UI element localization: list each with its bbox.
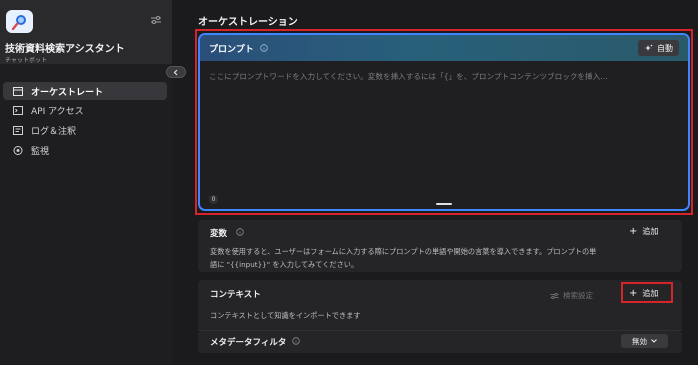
prompt-label: プロンプト bbox=[209, 44, 254, 55]
prompt-panel: プロンプト 自動 ここにプロンプトワードを入力してください。変数を挿入するには「… bbox=[198, 33, 690, 211]
sidebar-item-logs[interactable]: ログ＆注釈 bbox=[3, 121, 167, 139]
resize-handle[interactable] bbox=[436, 203, 452, 205]
page-title: オーケストレーション bbox=[198, 17, 298, 28]
auto-generate-button[interactable]: 自動 bbox=[638, 40, 679, 56]
sidebar-item-label: API アクセス bbox=[31, 106, 84, 117]
plus-icon: + bbox=[629, 226, 638, 237]
terminal-icon bbox=[13, 105, 23, 115]
add-context-button[interactable]: + 追加 bbox=[629, 288, 658, 299]
monitor-icon bbox=[13, 145, 23, 155]
layout-icon bbox=[13, 86, 23, 96]
retrieval-setting-label: 検索設定 bbox=[563, 291, 593, 300]
retrieval-setting-button[interactable]: 検索設定 bbox=[550, 290, 593, 301]
app-card: 技術資料検索アシスタント チャットボット bbox=[0, 0, 172, 64]
sidebar-item-orchestrate[interactable]: オーケストレート bbox=[3, 82, 167, 100]
auto-button-label: 自動 bbox=[657, 43, 673, 53]
info-icon bbox=[236, 228, 244, 236]
metadata-filter-value: 無効 bbox=[632, 336, 647, 346]
metadata-filter-title: メタデータフィルタ bbox=[210, 338, 287, 348]
variables-description: 変数を使用すると、ユーザーはフォームに入力する際にプロンプトの単語や開始の言葉を… bbox=[210, 245, 680, 271]
prompt-header: プロンプト 自動 bbox=[200, 35, 688, 61]
variables-description-line1: 変数を使用すると、ユーザーはフォームに入力する際にプロンプトの単語や開始の言葉を… bbox=[210, 247, 597, 256]
metadata-filter-dropdown[interactable]: 無効 bbox=[621, 334, 668, 348]
sliders-icon[interactable] bbox=[150, 15, 162, 28]
sidebar-item-label: オーケストレート bbox=[31, 87, 104, 98]
app-type: チャットボット bbox=[5, 57, 47, 64]
log-icon bbox=[13, 125, 23, 135]
app-icon bbox=[6, 10, 33, 33]
context-section bbox=[198, 280, 682, 332]
sidebar: 技術資料検索アシスタント チャットボット オーケストレート API アクセス ロ… bbox=[0, 0, 172, 365]
chevron-down-icon bbox=[651, 339, 657, 343]
info-icon bbox=[260, 44, 268, 52]
sidebar-item-label: 監視 bbox=[31, 146, 50, 157]
add-context-label: 追加 bbox=[642, 289, 659, 298]
add-variable-label: 追加 bbox=[642, 227, 659, 236]
char-count-badge: 0 bbox=[209, 195, 218, 204]
variables-description-line2: 語に "{{input}}" を入力してみてください。 bbox=[210, 260, 359, 269]
sidebar-item-monitoring[interactable]: 監視 bbox=[3, 141, 167, 159]
context-description: コンテキストとして知識をインポートできます bbox=[210, 311, 361, 320]
variables-title: 変数 bbox=[210, 229, 228, 239]
add-variable-button[interactable]: + 追加 bbox=[629, 226, 658, 237]
sparkle-icon bbox=[645, 44, 653, 51]
sliders-icon bbox=[550, 292, 559, 299]
info-icon bbox=[292, 337, 300, 345]
app-name: 技術資料検索アシスタント bbox=[5, 44, 125, 55]
collapse-sidebar-button[interactable] bbox=[166, 66, 186, 78]
sidebar-item-label: ログ＆注釈 bbox=[31, 126, 77, 137]
chevron-left-icon bbox=[173, 69, 178, 75]
prompt-input[interactable]: ここにプロンプトワードを入力してください。変数を挿入するには「{」を、プロンプト… bbox=[209, 71, 679, 82]
plus-icon: + bbox=[629, 288, 638, 299]
main-content: オーケストレーション プロンプト 自動 ここにプロンプトワードを入力してください… bbox=[186, 0, 698, 365]
context-title: コンテキスト bbox=[210, 290, 261, 300]
sidebar-item-api-access[interactable]: API アクセス bbox=[3, 101, 167, 119]
